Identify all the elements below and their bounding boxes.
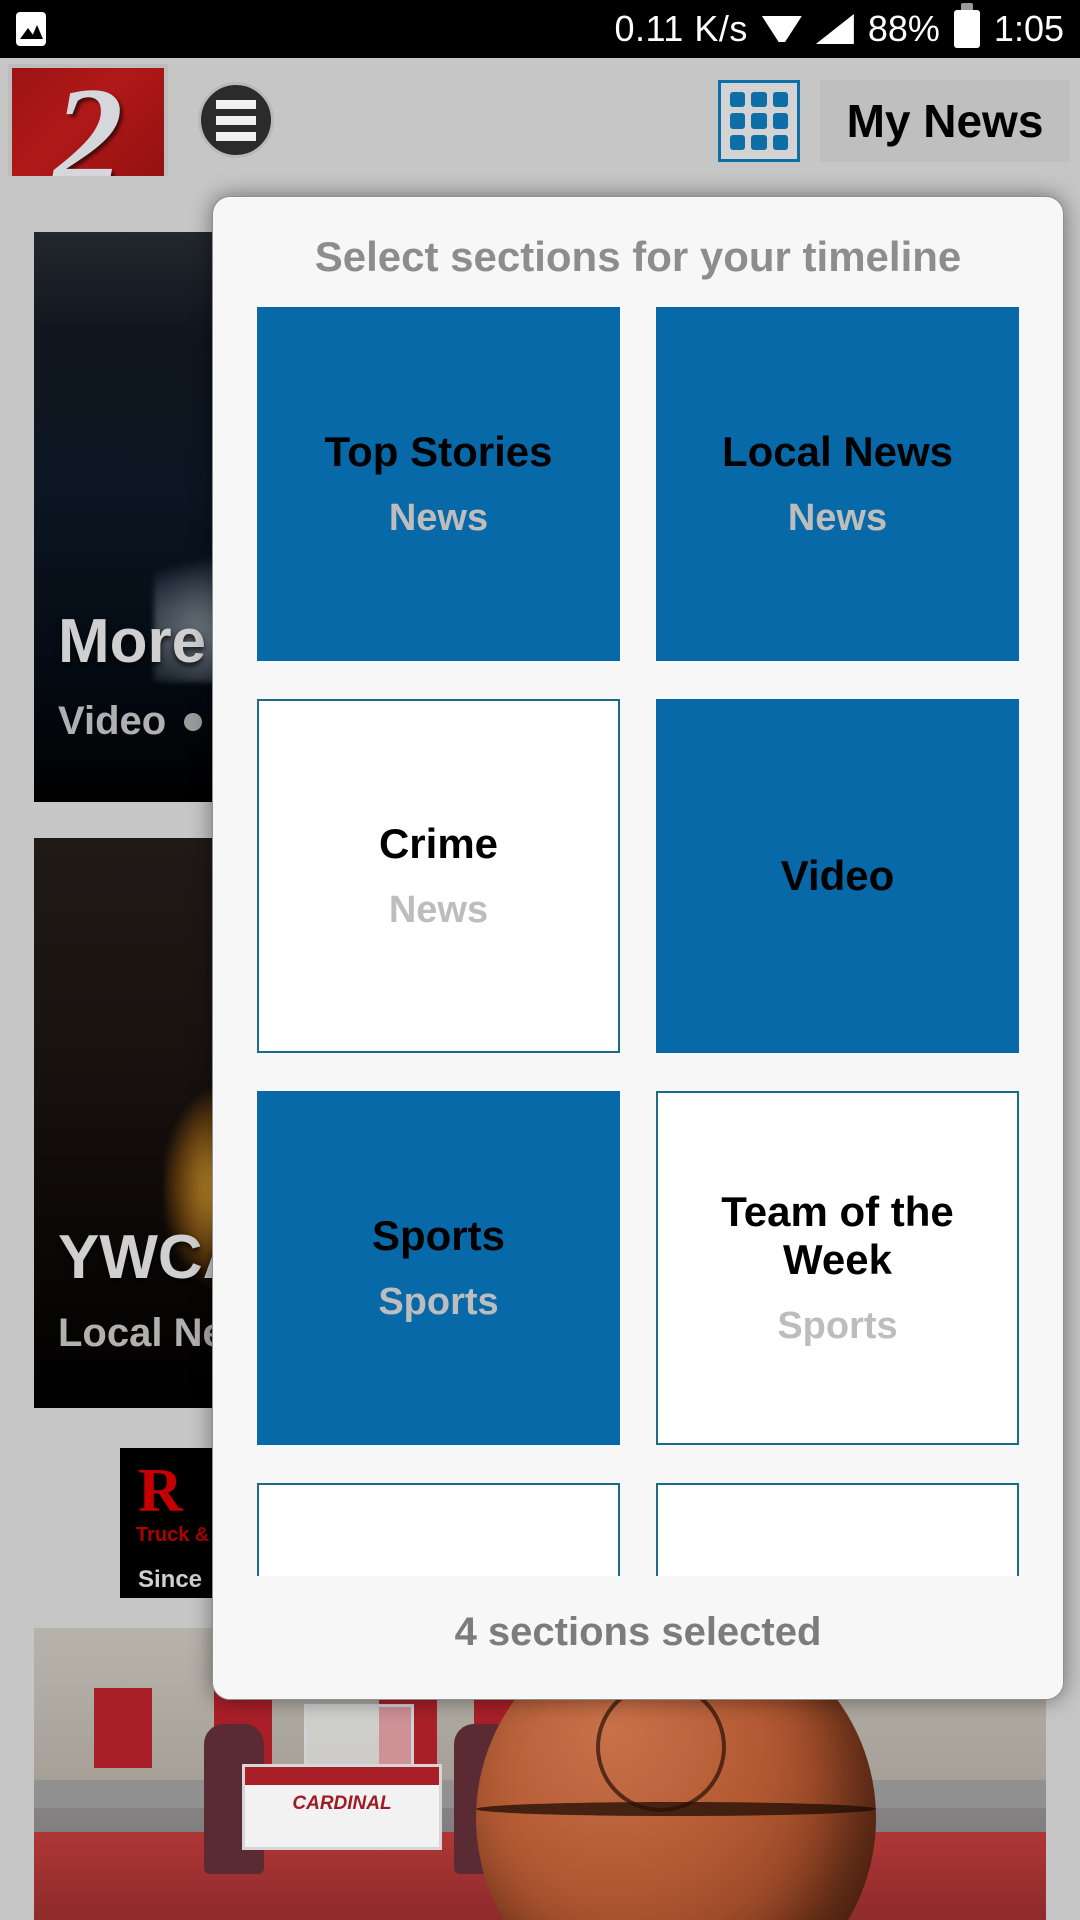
section-tile-name: Crime [378, 819, 499, 867]
gym-sponsor-sign: CARDINAL [242, 1764, 442, 1850]
section-tile-name: Team of the Week [721, 1188, 954, 1283]
section-tile[interactable]: Video [656, 699, 1019, 1053]
wifi-icon [761, 14, 802, 44]
gym-banner [94, 1688, 152, 1768]
grid-sections-icon[interactable] [718, 80, 800, 162]
network-speed-label: 0.11 K/s [614, 8, 748, 49]
bullet-dot-icon [184, 712, 203, 731]
battery-icon [953, 3, 980, 48]
image-icon [16, 12, 46, 46]
status-bar-right: 0.11 K/s 88% 1:05 [614, 3, 1064, 50]
dialog-title: Select sections for your timeline [314, 233, 962, 280]
section-tile[interactable]: Crime News [257, 699, 620, 1053]
app-header: 2 My News [0, 58, 1080, 216]
section-tile[interactable]: Sports Sports [257, 1091, 620, 1445]
ad-logo-letter: R [138, 1457, 183, 1525]
cellular-signal-icon [815, 14, 854, 44]
section-tile[interactable] [257, 1483, 620, 1576]
selected-count-label: 4 sections selected [213, 1576, 1063, 1699]
section-tile[interactable]: Team of the Week Sports [656, 1091, 1019, 1445]
section-tile-name: Local News [721, 427, 954, 475]
section-tile-category: News [787, 497, 888, 540]
section-tile-category: Sports [378, 1281, 499, 1324]
section-tile-category: Sports [777, 1304, 898, 1347]
section-tile-category: News [388, 497, 489, 540]
story-category-label: Local Ne [58, 1311, 225, 1355]
my-news-button[interactable]: My News [820, 80, 1070, 162]
section-tile[interactable] [656, 1483, 1019, 1576]
sections-grid[interactable]: Top Stories News Local News News Crime News Vi… [213, 307, 1063, 1576]
story-category: Local Ne [58, 1311, 225, 1356]
clock-label: 1:05 [993, 8, 1064, 49]
status-bar: 0.11 K/s 88% 1:05 [0, 0, 1080, 58]
story-category-label: Video [58, 699, 167, 743]
select-sections-dialog: Select sections for your timeline Top St… [212, 196, 1064, 1700]
section-tile-name: Video [780, 852, 895, 900]
section-tile-name: Sports [371, 1211, 505, 1259]
story-title: More [58, 606, 207, 676]
ad-since-label: Since [138, 1566, 203, 1593]
story-category: Video [58, 699, 203, 744]
battery-percent-label: 88% [867, 8, 940, 49]
section-tile[interactable]: Top Stories News [257, 307, 620, 661]
section-tile[interactable]: Local News News [656, 307, 1019, 661]
section-tile-category: News [388, 889, 489, 932]
my-news-label: My News [846, 95, 1044, 147]
status-bar-left [16, 12, 46, 46]
hamburger-menu-icon[interactable] [198, 82, 274, 158]
section-tile-name: Top Stories [324, 427, 553, 475]
